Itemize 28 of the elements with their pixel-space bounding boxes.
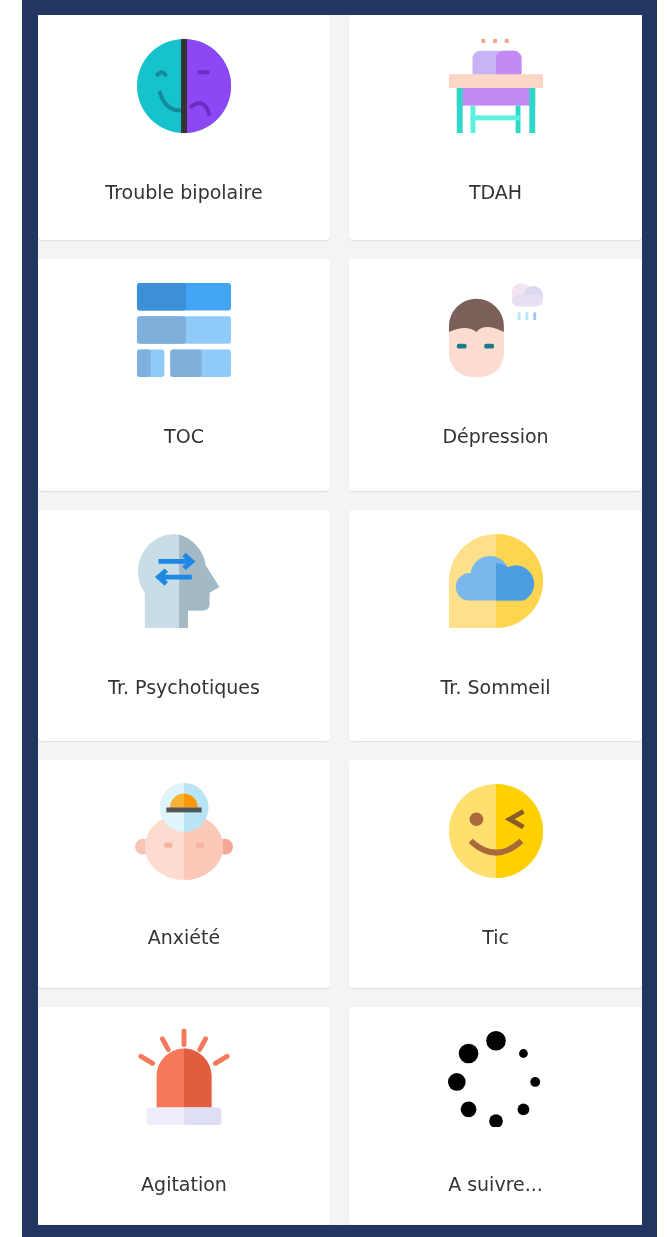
category-card[interactable]: Tr. Sommeil <box>349 510 642 741</box>
desk-icon <box>446 37 545 135</box>
face-with-rain-cloud-icon <box>446 281 545 379</box>
card-label: Tr. Psychotiques <box>108 676 260 698</box>
card-label: Tic <box>482 926 509 948</box>
head-with-siren-icon <box>135 782 233 880</box>
category-card[interactable]: Agitation <box>38 1007 330 1225</box>
card-label: Agitation <box>141 1173 227 1195</box>
category-card[interactable]: Dépression <box>349 259 642 491</box>
category-card[interactable]: Trouble bipolaire <box>38 15 330 240</box>
card-label: TDAH <box>468 181 523 203</box>
half-masks-icon <box>135 37 233 135</box>
blocks-icon <box>135 281 233 379</box>
cloud-icon <box>446 532 545 630</box>
card-label: A suivre... <box>448 1173 543 1195</box>
category-card[interactable]: Tic <box>349 760 642 988</box>
card-label: Dépression <box>442 425 549 447</box>
card-label: Tr. Sommeil <box>440 676 551 698</box>
category-card[interactable]: A suivre... <box>349 1007 642 1225</box>
category-card[interactable]: Anxiété <box>38 760 330 988</box>
category-card[interactable]: TOC <box>38 259 330 491</box>
card-label: Anxiété <box>147 926 221 948</box>
category-card[interactable]: TDAH <box>349 15 642 240</box>
category-card[interactable]: Tr. Psychotiques <box>38 510 330 741</box>
siren-icon <box>135 1029 233 1127</box>
winking-face-icon <box>446 782 545 880</box>
card-label: TOC <box>164 425 204 447</box>
card-label: Trouble bipolaire <box>105 181 263 203</box>
